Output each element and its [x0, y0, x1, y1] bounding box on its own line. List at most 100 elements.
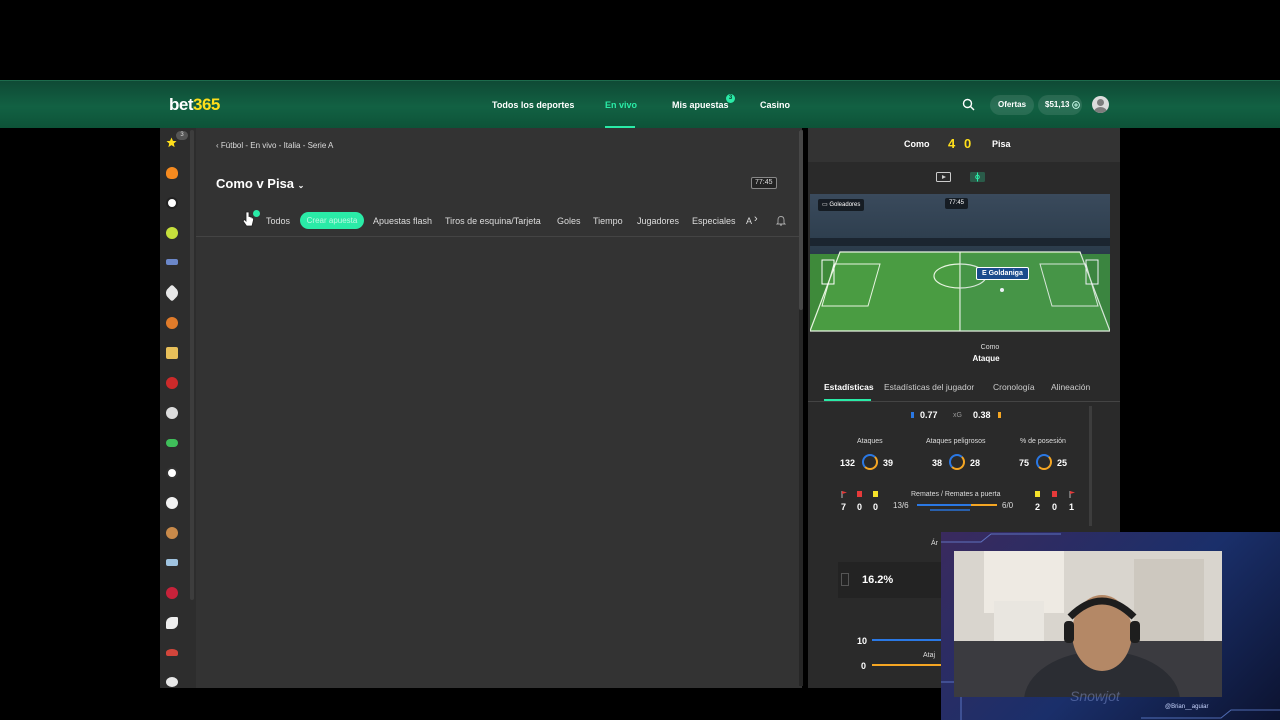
possession-away: 25	[1057, 458, 1068, 468]
shots-away: 6/0	[1002, 501, 1014, 510]
xg-label: xG	[953, 412, 962, 419]
away-color-marker	[998, 412, 1001, 418]
trending-fire-icon[interactable]	[166, 167, 178, 179]
away-score: 0	[964, 136, 972, 151]
tab-goals[interactable]: Goles	[557, 216, 581, 226]
bottom-black-strip	[0, 688, 941, 720]
nav-my-bets[interactable]: Mis apuestas	[672, 100, 729, 110]
add-funds-icon	[1072, 101, 1080, 109]
lower-stat-bar-2	[872, 664, 942, 666]
tab-more[interactable]: A	[746, 216, 752, 226]
home-yellow-cards: 0	[873, 502, 879, 512]
nav-casino[interactable]: Casino	[760, 100, 790, 110]
nav-live[interactable]: En vivo	[605, 100, 637, 110]
tab-bet-builder[interactable]: Crear apuesta	[300, 212, 364, 229]
dangerous-attacks-away: 28	[970, 458, 981, 468]
tab-all[interactable]: Todos	[266, 216, 290, 226]
bet365-logo[interactable]: bet365	[169, 95, 220, 115]
basketball-icon[interactable]	[166, 317, 178, 329]
dangerous-attacks-ring-icon	[949, 454, 965, 470]
tab-lineup[interactable]: Alineación	[1051, 382, 1090, 392]
favorites-star-icon[interactable]	[166, 137, 177, 148]
chevron-down-icon: ⌄	[297, 181, 305, 190]
handball-icon[interactable]	[166, 527, 178, 539]
pitch-clock: 77:45	[945, 198, 969, 209]
away-red-card-icon	[1052, 491, 1057, 497]
stats-tab-divider	[808, 401, 1120, 402]
tab-half[interactable]: Tiempo	[593, 216, 623, 226]
logo-text: bet	[169, 95, 194, 114]
shots-on-target-home-bar	[930, 509, 970, 511]
volleyball-icon[interactable]	[166, 407, 178, 419]
tab-player-statistics[interactable]: Estadísticas del jugador	[884, 382, 974, 392]
scorers-label-text: Goleadores	[829, 202, 861, 208]
lower-stat-bar	[872, 639, 942, 641]
app-root: bet365 Todos los deportes En vivo Mis ap…	[0, 0, 1280, 720]
away-team-name: Pisa	[992, 139, 1011, 149]
soccer-icon[interactable]	[166, 197, 178, 209]
golf-icon[interactable]	[166, 497, 178, 509]
mma-icon[interactable]	[166, 587, 178, 599]
stats-scrollbar[interactable]	[1089, 406, 1092, 526]
home-red-cards: 0	[857, 502, 863, 512]
nav-all-sports[interactable]: Todos los deportes	[492, 100, 574, 110]
bell-icon[interactable]	[776, 215, 786, 226]
snooker-icon[interactable]	[166, 649, 178, 656]
attacks-home: 132	[840, 458, 856, 468]
new-indicator-dot	[253, 210, 260, 217]
futsal-icon[interactable]	[166, 467, 178, 479]
racing-icon[interactable]	[166, 259, 178, 265]
tab-specials[interactable]: Especiales	[692, 216, 736, 226]
favorites-count-badge: 3	[176, 131, 188, 140]
match-clock: 77:45	[751, 177, 777, 189]
user-avatar-icon[interactable]	[1092, 96, 1109, 113]
tab-timeline[interactable]: Cronología	[993, 382, 1035, 392]
pitch-graphic	[810, 194, 1110, 366]
balance-button[interactable]: $51,13	[1038, 95, 1082, 115]
possession-ring-icon	[1036, 454, 1052, 470]
lower-stat-home: 10	[857, 636, 868, 646]
attacks-label: Ataques	[857, 438, 883, 445]
webcam-person-image	[954, 551, 1222, 697]
webcam-handle: @Brian__aguiar	[1165, 704, 1209, 710]
breadcrumb[interactable]: ‹ Fútbol - En vivo - Italia - Serie A	[216, 141, 333, 150]
breadcrumb-text: Fútbol - En vivo - Italia - Serie A	[220, 141, 334, 150]
attack-status: Ataque	[972, 354, 1000, 363]
sidebar-scrollbar[interactable]	[190, 130, 194, 600]
rugby-icon[interactable]	[166, 617, 178, 629]
offers-label: Ofertas	[998, 100, 1027, 109]
cricket-icon[interactable]	[166, 347, 178, 359]
tab-statistics[interactable]: Estadísticas	[824, 382, 874, 392]
tab-players[interactable]: Jugadores	[637, 216, 679, 226]
search-icon[interactable]	[962, 98, 975, 111]
attacks-away: 39	[883, 458, 894, 468]
pitch-view-icon[interactable]	[970, 172, 985, 182]
esports-icon[interactable]	[166, 439, 178, 447]
scorers-label[interactable]: ▭ Goleadores	[818, 199, 865, 211]
home-team-name: Como	[904, 139, 930, 149]
ice-hockey-icon[interactable]	[166, 559, 178, 566]
tab-corners-cards[interactable]: Tiros de esquina/Tarjeta	[445, 216, 541, 226]
tab-flash-bets[interactable]: Apuestas flash	[373, 216, 432, 226]
chevron-right-icon[interactable]: ›	[754, 213, 758, 225]
match-title[interactable]: Como v Pisa ⌄	[216, 176, 304, 191]
logo-number: 365	[193, 95, 220, 114]
video-stream-icon[interactable]	[936, 172, 951, 182]
webcam-video	[954, 551, 1222, 697]
dangerous-attacks-label: Ataques peligrosos	[926, 438, 986, 445]
home-yellow-card-icon	[873, 491, 878, 497]
area-label: Ár	[931, 540, 938, 547]
webcam-brand-text: Snowjot	[1070, 688, 1120, 704]
shots-away-bar	[971, 504, 997, 506]
dangerous-attacks-home: 38	[932, 458, 943, 468]
main-scrollbar-thumb[interactable]	[799, 130, 803, 310]
baseball-icon[interactable]	[166, 377, 178, 389]
offers-button[interactable]: Ofertas	[990, 95, 1035, 115]
away-red-cards: 0	[1052, 502, 1058, 512]
home-color-marker	[911, 412, 914, 418]
away-corner-flag-icon	[1069, 491, 1075, 498]
away-yellow-card-icon	[1035, 491, 1040, 497]
table-tennis-icon[interactable]	[166, 677, 178, 687]
tennis-icon[interactable]	[166, 227, 178, 239]
shots-label: Remates / Remates a puerta	[911, 491, 1001, 498]
